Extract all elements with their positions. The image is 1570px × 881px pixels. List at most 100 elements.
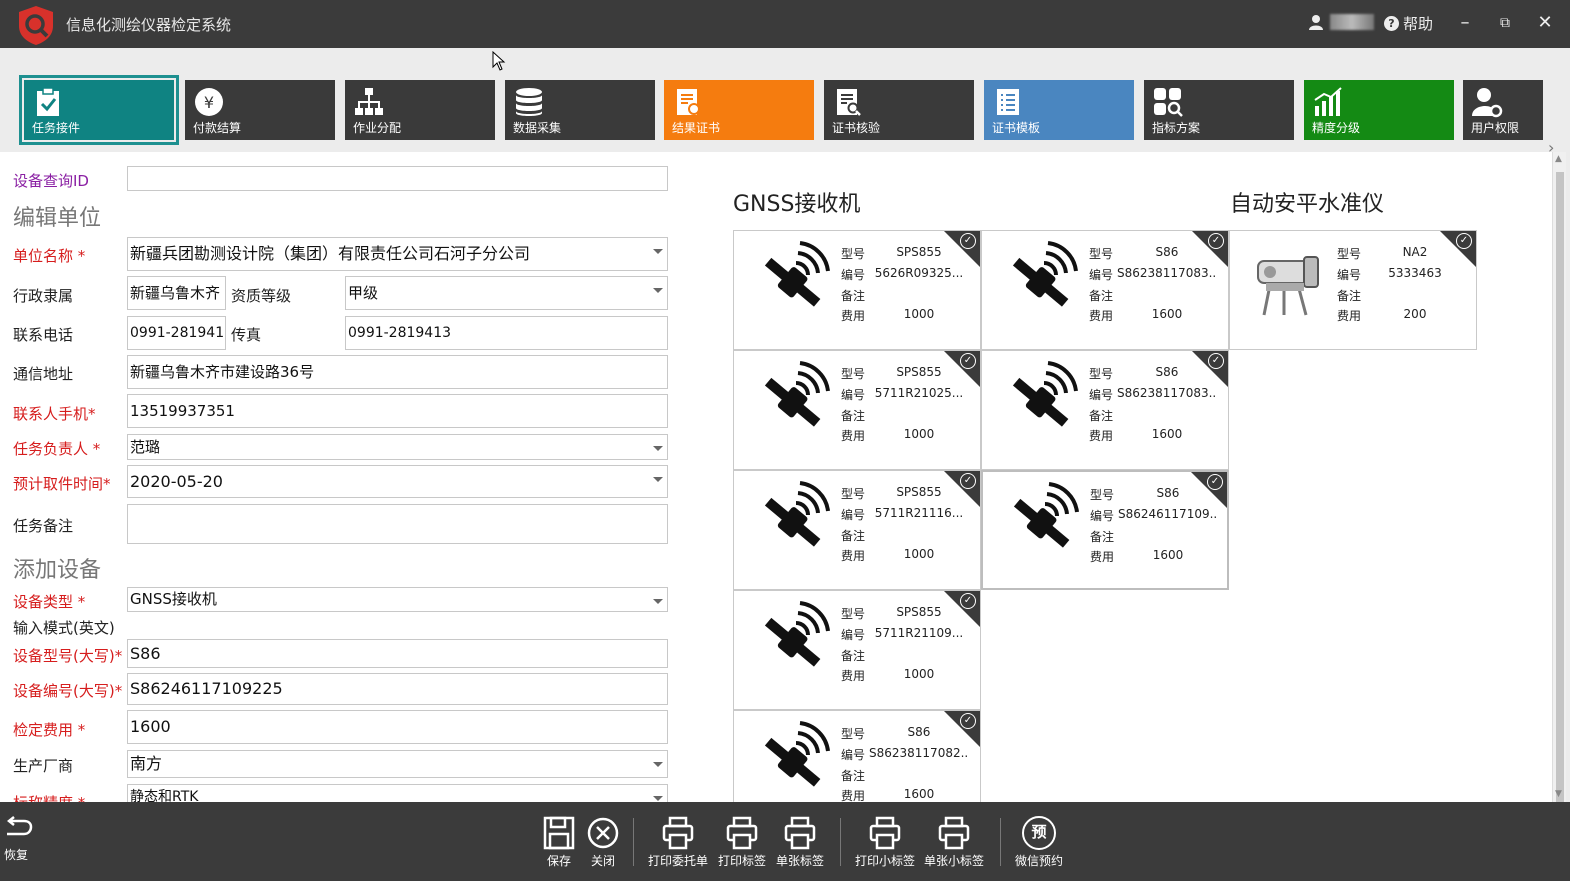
admin-input[interactable]: 新疆乌鲁木齐 xyxy=(127,276,226,310)
minimize-icon[interactable]: – xyxy=(1452,10,1478,36)
satellite-icon xyxy=(1013,482,1079,548)
unit-name-select[interactable]: 新疆兵团勘测设计院（集团）有限责任公司石河子分公司 xyxy=(127,237,668,271)
tool-result-cert[interactable]: 结果证书 xyxy=(664,80,814,140)
card-value-model: SPS855 xyxy=(896,605,942,619)
tool-data-collect[interactable]: 数据采集 xyxy=(505,80,655,140)
grid-search-icon xyxy=(1154,88,1183,117)
close-label: 关闭 xyxy=(590,854,615,868)
equipment-card[interactable]: ✓ 型号 SPS855 编号 5711R21116... 备注 费用 1000 xyxy=(733,470,981,590)
tool-job-assign[interactable]: 作业分配 xyxy=(345,80,495,140)
org-chart-icon xyxy=(355,88,383,115)
satellite-icon xyxy=(1012,241,1078,307)
satellite-icon xyxy=(764,361,830,427)
device-type-select[interactable]: GNSS接收机 xyxy=(127,587,668,612)
phone-label: 联系电话 xyxy=(13,326,74,344)
save-button[interactable]: 保存 xyxy=(543,816,575,869)
tool-label: 精度分级 xyxy=(1312,121,1361,135)
vertical-scrollbar[interactable]: ▲ ▼ xyxy=(1552,152,1566,802)
equipment-card[interactable]: ✓ 型号 SPS855 编号 5626R09325... 备注 费用 1000 xyxy=(733,230,981,350)
close-button[interactable]: 关闭 xyxy=(586,816,620,869)
serial-input[interactable]: S86246117109225 xyxy=(127,673,668,705)
card-value-fee: 1600 xyxy=(1152,548,1184,562)
scroll-thumb[interactable] xyxy=(1556,172,1564,802)
note-input[interactable] xyxy=(127,504,668,544)
user-gear-icon xyxy=(1472,88,1503,118)
print-order-button[interactable]: 打印委托单 xyxy=(648,816,708,869)
card-value-serial: 5711R21116... xyxy=(874,506,964,520)
wechat-booking-label: 微信预约 xyxy=(1015,854,1064,868)
fax-label: 传真 xyxy=(231,326,262,344)
tool-index-plan[interactable]: 指标方案 xyxy=(1144,80,1294,140)
fee-label: 检定费用 * xyxy=(13,721,86,739)
card-key-note: 备注 xyxy=(841,529,866,543)
restore-button[interactable]: 恢复 xyxy=(4,816,34,863)
tool-payment[interactable]: ¥ 付款结算 xyxy=(185,80,335,140)
card-value-model: NA2 xyxy=(1402,245,1428,259)
single-label-button[interactable]: 单张标签 xyxy=(776,816,824,869)
accuracy-label: 标称精度 * xyxy=(13,792,85,802)
device-id-input[interactable] xyxy=(127,166,668,191)
tool-cert-verify[interactable]: 证书核验 xyxy=(824,80,974,140)
card-value-serial: S86246117109... xyxy=(1118,507,1218,521)
pickup-date-select[interactable]: 2020-05-20 xyxy=(127,465,668,498)
satellite-icon xyxy=(1012,361,1078,427)
equipment-card[interactable]: ✓ 型号 S86 编号 S86246117109... 备注 费用 1600 xyxy=(981,470,1229,590)
user-icon xyxy=(1309,15,1323,30)
card-key-fee: 费用 xyxy=(841,429,866,443)
card-value-model: S86 xyxy=(907,725,931,739)
wechat-booking-button[interactable]: 预 微信预约 xyxy=(1015,816,1063,869)
equipment-card[interactable]: ✓ 型号 S86 编号 S86238117083... 备注 费用 1600 xyxy=(981,350,1229,470)
card-key-model: 型号 xyxy=(1089,247,1114,261)
card-key-fee: 费用 xyxy=(841,549,866,563)
qual-select[interactable]: 甲级 xyxy=(345,276,668,310)
tool-precision-grade[interactable]: 精度分级 xyxy=(1304,80,1454,140)
card-value-fee: 1000 xyxy=(903,667,935,681)
tool-task-intake[interactable]: 任务接件 xyxy=(19,75,179,145)
satellite-icon xyxy=(764,241,830,307)
print-label-button[interactable]: 打印标签 xyxy=(718,816,766,869)
fax-input[interactable]: 0991-2819413 xyxy=(345,316,668,350)
pickup-label: 预计取件时间* xyxy=(13,475,111,493)
equipment-card[interactable]: ✓ 型号 SPS855 编号 5711R21109... 备注 费用 1000 xyxy=(733,590,981,710)
scroll-down-icon[interactable]: ▼ xyxy=(1555,789,1562,799)
tool-cert-template[interactable]: 证书模板 xyxy=(984,80,1134,140)
card-value-serial: 5711R21109... xyxy=(874,626,964,640)
maker-label: 生产厂商 xyxy=(13,757,74,775)
unit-name-label: 单位名称 * xyxy=(13,247,86,265)
card-value-model: SPS855 xyxy=(896,485,942,499)
print-small-label-button[interactable]: 打印小标签 xyxy=(855,816,915,869)
separator xyxy=(633,818,634,866)
equipment-card[interactable]: ✓ 型号 NA2 编号 5333463 备注 费用 200 xyxy=(1229,230,1477,350)
card-value-serial: S86238117083... xyxy=(1117,266,1217,280)
restore-window-icon[interactable]: ⧉ xyxy=(1492,10,1518,36)
device-type-label: 设备类型 * xyxy=(13,593,86,611)
accuracy-select[interactable]: 静态和RTK xyxy=(127,784,668,802)
close-window-icon[interactable]: ✕ xyxy=(1532,10,1558,36)
mobile-input[interactable]: 13519937351 xyxy=(127,394,668,428)
card-key-fee: 费用 xyxy=(1089,429,1114,443)
card-value-serial: 5333463 xyxy=(1388,266,1442,280)
phone-input[interactable]: 0991-2819413 xyxy=(127,316,226,350)
note-label: 任务备注 xyxy=(13,517,74,535)
equipment-card[interactable]: ✓ 型号 S86 编号 S86238117083... 备注 费用 1600 xyxy=(981,230,1229,350)
user-menu[interactable] xyxy=(1308,14,1374,30)
satellite-icon xyxy=(764,721,830,787)
help-button[interactable]: ? 帮助 xyxy=(1384,13,1433,34)
fee-input[interactable]: 1600 xyxy=(127,710,668,744)
model-input[interactable]: S86 xyxy=(127,639,668,668)
card-key-model: 型号 xyxy=(1090,488,1115,502)
owner-select[interactable]: 范璐 xyxy=(127,434,668,460)
svg-text:¥: ¥ xyxy=(204,93,214,112)
equipment-card[interactable]: ✓ 型号 S86 编号 S86238117082... 备注 费用 1600 xyxy=(733,710,981,802)
single-small-label-button[interactable]: 单张小标签 xyxy=(924,816,984,869)
tool-user-permission[interactable]: 用户权限 xyxy=(1463,80,1543,140)
card-key-model: 型号 xyxy=(841,487,866,501)
maker-select[interactable]: 南方 xyxy=(127,750,668,778)
scroll-up-icon[interactable]: ▲ xyxy=(1555,154,1562,164)
card-key-model: 型号 xyxy=(841,607,866,621)
card-key-serial: 编号 xyxy=(1090,509,1115,523)
equipment-card[interactable]: ✓ 型号 SPS855 编号 5711R21025... 备注 费用 1000 xyxy=(733,350,981,470)
card-key-serial: 编号 xyxy=(841,268,866,282)
separator xyxy=(840,818,841,866)
address-input[interactable]: 新疆乌鲁木齐市建设路36号 xyxy=(127,355,668,389)
